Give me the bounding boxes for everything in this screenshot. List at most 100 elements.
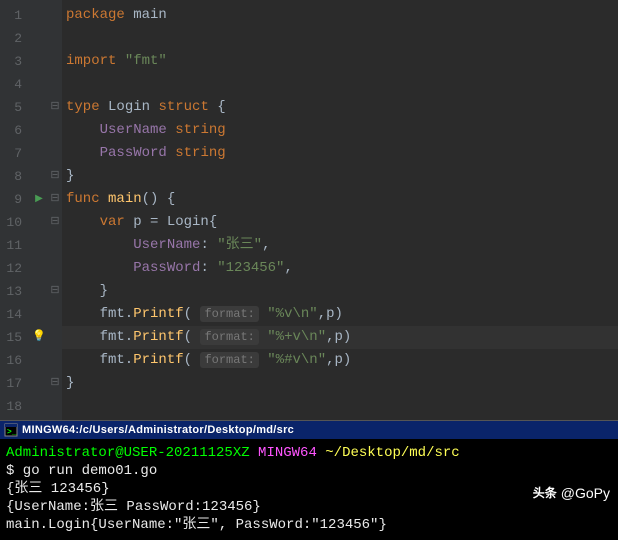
code-token: main [108, 191, 142, 207]
code-token: format: [200, 352, 258, 368]
code-token [66, 122, 100, 138]
fold-toggle-icon[interactable]: ⊟ [48, 372, 62, 395]
code-line[interactable]: PassWord string [62, 142, 618, 165]
terminal-command: $ go run demo01.go [6, 462, 612, 480]
code-token [66, 214, 100, 230]
prompt-user: Administrator@USER-20211125XZ [6, 445, 250, 461]
prompt-path: ~/Desktop/md/src [317, 445, 460, 461]
code-token: ,p) [326, 329, 351, 345]
code-token: UserName [100, 122, 176, 138]
fold-toggle-icon[interactable]: ⊟ [48, 188, 62, 211]
code-token: : [200, 260, 217, 276]
code-token: Printf [133, 352, 183, 368]
code-token: PassWord [100, 145, 176, 161]
code-line[interactable] [62, 395, 618, 418]
code-line[interactable]: fmt.Printf( format: "%#v\n",p) [62, 349, 618, 372]
fold-toggle-icon[interactable]: ⊟ [48, 165, 62, 188]
marks-gutter: ▶💡 [30, 0, 48, 420]
gutter-spacer [30, 395, 48, 418]
gutter-spacer [30, 73, 48, 96]
terminal-title-bar[interactable]: >_ MINGW64:/c/Users/Administrator/Deskto… [0, 421, 618, 440]
code-token: "fmt" [125, 53, 167, 69]
code-token: } [66, 283, 108, 299]
fold-spacer [48, 234, 62, 257]
line-number: 16 [0, 349, 30, 372]
code-token: struct [158, 99, 217, 115]
code-token: , [262, 237, 270, 253]
code-token: fmt. [66, 306, 133, 322]
code-token: string [175, 122, 225, 138]
fold-spacer [48, 257, 62, 280]
code-line[interactable]: package main [62, 4, 618, 27]
gutter-spacer [30, 4, 48, 27]
watermark-handle: @GoPy [561, 485, 610, 501]
line-number: 6 [0, 119, 30, 142]
fold-spacer [48, 142, 62, 165]
line-number: 12 [0, 257, 30, 280]
code-line[interactable] [62, 73, 618, 96]
code-line[interactable]: } [62, 165, 618, 188]
line-number: 5 [0, 96, 30, 119]
code-line[interactable]: import "fmt" [62, 50, 618, 73]
line-number: 15 [0, 326, 30, 349]
code-line[interactable]: type Login struct { [62, 96, 618, 119]
line-number: 7 [0, 142, 30, 165]
code-line[interactable]: PassWord: "123456", [62, 257, 618, 280]
code-token: ,p) [318, 306, 343, 322]
code-line[interactable]: var p = Login{ [62, 211, 618, 234]
prompt-env: MINGW64 [258, 445, 317, 461]
fold-spacer [48, 4, 62, 27]
code-token: "123456" [217, 260, 284, 276]
code-area[interactable]: package main import "fmt" type Login struc… [62, 0, 618, 420]
gutter-spacer [30, 165, 48, 188]
code-token: fmt. [66, 352, 133, 368]
code-line[interactable]: } [62, 372, 618, 395]
code-token: package [66, 7, 133, 23]
code-token: "张三" [217, 237, 262, 253]
line-number-gutter: 123456789101112131415161718 [0, 0, 30, 420]
code-token [66, 260, 133, 276]
svg-text:>_: >_ [7, 427, 17, 436]
gutter-spacer [30, 257, 48, 280]
code-token: import [66, 53, 125, 69]
fold-toggle-icon[interactable]: ⊟ [48, 280, 62, 303]
code-line[interactable] [62, 27, 618, 50]
line-number: 9 [0, 188, 30, 211]
line-number: 17 [0, 372, 30, 395]
code-token: format: [200, 306, 258, 322]
code-token: Printf [133, 306, 183, 322]
line-number: 14 [0, 303, 30, 326]
code-line[interactable]: UserName string [62, 119, 618, 142]
code-line[interactable]: } [62, 280, 618, 303]
line-number: 10 [0, 211, 30, 234]
terminal-output[interactable]: Administrator@USER-20211125XZ MINGW64 ~/… [0, 440, 618, 540]
fold-toggle-icon[interactable]: ⊟ [48, 96, 62, 119]
code-line[interactable]: fmt.Printf( format: "%+v\n",p) [62, 326, 618, 349]
code-token: PassWord [133, 260, 200, 276]
gutter-spacer [30, 372, 48, 395]
fold-toggle-icon[interactable]: ⊟ [48, 211, 62, 234]
code-token: { [217, 99, 225, 115]
fold-spacer [48, 395, 62, 418]
terminal-title-text: MINGW64:/c/Users/Administrator/Desktop/m… [22, 424, 294, 436]
code-line[interactable]: func main() { [62, 188, 618, 211]
terminal-prompt-line: Administrator@USER-20211125XZ MINGW64 ~/… [6, 444, 612, 462]
code-line[interactable]: fmt.Printf( format: "%v\n",p) [62, 303, 618, 326]
fold-gutter: ⊟⊟⊟⊟⊟⊟ [48, 0, 62, 420]
code-token: UserName [133, 237, 200, 253]
terminal-output-line: {张三 123456} [6, 480, 612, 498]
code-token: Login [108, 99, 158, 115]
run-gutter-icon[interactable]: ▶ [35, 194, 43, 205]
code-token: ,p) [326, 352, 351, 368]
line-number: 2 [0, 27, 30, 50]
fold-spacer [48, 27, 62, 50]
gutter-spacer [30, 27, 48, 50]
line-number: 18 [0, 395, 30, 418]
code-token: () { [142, 191, 176, 207]
code-token: format: [200, 329, 258, 345]
code-editor[interactable]: 123456789101112131415161718 ▶💡 ⊟⊟⊟⊟⊟⊟ pa… [0, 0, 618, 420]
intention-bulb-icon[interactable]: 💡 [32, 331, 46, 343]
code-line[interactable]: UserName: "张三", [62, 234, 618, 257]
terminal-output-line: main.Login{UserName:"张三", PassWord:"1234… [6, 516, 612, 534]
fold-spacer [48, 303, 62, 326]
